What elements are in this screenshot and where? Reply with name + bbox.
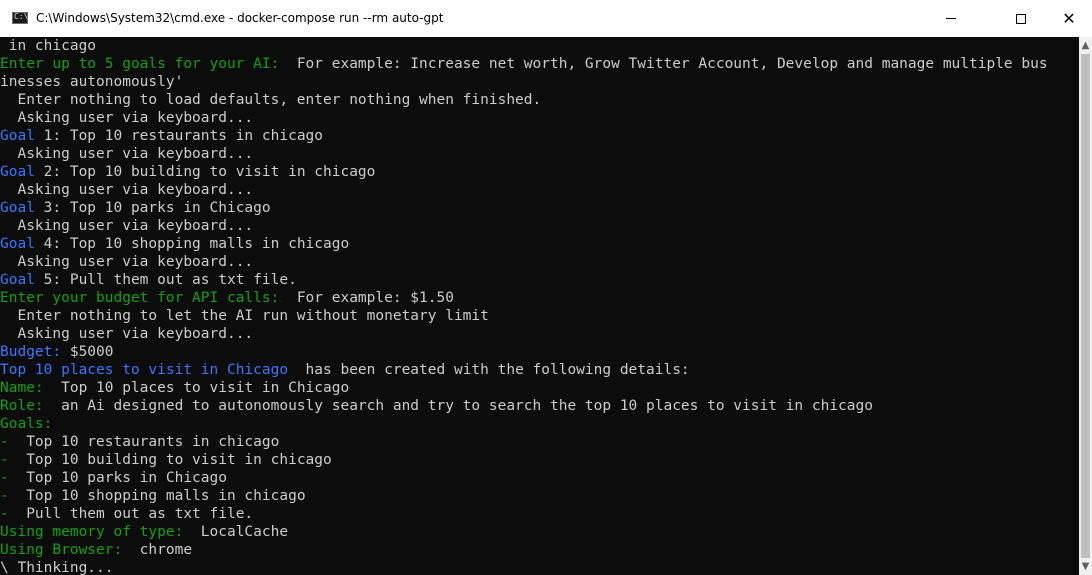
- console-line: Using memory of type: LocalCache: [0, 523, 1079, 541]
- console-text-segment: 3: Top 10 parks in Chicago: [34, 200, 271, 216]
- console-text-segment: inesses autonomously': [0, 74, 184, 90]
- scroll-down-arrow-icon[interactable]: ▼: [1079, 558, 1092, 575]
- console-line: Goal 2: Top 10 building to visit in chic…: [0, 163, 1079, 181]
- console-text-segment: Enter up to 5 goals for your AI:: [0, 56, 280, 72]
- maximize-button[interactable]: [998, 0, 1044, 37]
- console-text-segment: Top 10 building to visit in chicago: [8, 452, 332, 468]
- close-icon: ✕: [1062, 8, 1076, 28]
- console-line: - Pull them out as txt file.: [0, 505, 1079, 523]
- console-line: Goals:: [0, 415, 1079, 433]
- vertical-scrollbar[interactable]: ▲ ▼: [1079, 37, 1092, 575]
- console-text-segment: Top 10 parks in Chicago: [8, 470, 227, 486]
- console-line: Asking user via keyboard...: [0, 145, 1079, 163]
- console-text-segment: Goal: [0, 164, 35, 180]
- console-text-segment: Goal: [0, 236, 35, 252]
- console-text-segment: -: [0, 452, 9, 468]
- console-text-segment: 4: Top 10 shopping malls in chicago: [34, 236, 350, 252]
- console-text-segment: Goals:: [0, 416, 53, 432]
- console-line: Asking user via keyboard...: [0, 109, 1079, 127]
- console-line: inesses autonomously': [0, 73, 1079, 91]
- console-text-segment: -: [0, 434, 9, 450]
- console-line: Top 10 places to visit in Chicago has be…: [0, 361, 1079, 379]
- console-text-segment: Goal: [0, 200, 35, 216]
- console-line: Goal 4: Top 10 shopping malls in chicago: [0, 235, 1079, 253]
- console-text-segment: Asking user via keyboard...: [0, 326, 254, 342]
- console-text-segment: Budget:: [0, 344, 62, 360]
- console-text-segment: Goal: [0, 128, 35, 144]
- console-text-segment: Asking user via keyboard...: [0, 254, 254, 270]
- scrollbar-thumb[interactable]: [1081, 54, 1090, 558]
- console-window: C:\Windows\System32\cmd.exe - docker-com…: [0, 0, 1092, 575]
- console-line: Asking user via keyboard...: [0, 181, 1079, 199]
- console-line: Enter your budget for API calls: For exa…: [0, 289, 1079, 307]
- console-text-segment: in chicago: [0, 38, 97, 54]
- close-button[interactable]: ✕: [1046, 0, 1092, 37]
- console-line: Enter nothing to let the AI run without …: [0, 307, 1079, 325]
- title-bar[interactable]: C:\Windows\System32\cmd.exe - docker-com…: [0, 0, 1092, 37]
- console-text-segment: -: [0, 470, 9, 486]
- cmd-app-icon[interactable]: [12, 12, 28, 24]
- console-line: Name: Top 10 places to visit in Chicago: [0, 379, 1079, 397]
- console-text-segment: \ Thinking...: [0, 560, 114, 575]
- console-line: - Top 10 shopping malls in chicago: [0, 487, 1079, 505]
- console-text-segment: For example: $1.50: [279, 290, 454, 306]
- console-text-segment: $5000: [61, 344, 114, 360]
- console-text-segment: -: [0, 488, 9, 504]
- console-text-segment: Enter nothing to load defaults, enter no…: [0, 92, 542, 108]
- console-text-segment: Role:: [0, 398, 44, 414]
- minimize-button[interactable]: [946, 0, 992, 37]
- console-text-segment: Enter your budget for API calls:: [0, 290, 280, 306]
- console-text-segment: Name:: [0, 380, 44, 396]
- console-text-segment: Asking user via keyboard...: [0, 182, 254, 198]
- console-line: Role: an Ai designed to autonomously sea…: [0, 397, 1079, 415]
- console-line: Using Browser: chrome: [0, 541, 1079, 559]
- console-line: Enter up to 5 goals for your AI: For exa…: [0, 55, 1079, 73]
- console-text-segment: 5: Pull them out as txt file.: [34, 272, 297, 288]
- console-line: Asking user via keyboard...: [0, 253, 1079, 271]
- console-line: Enter nothing to load defaults, enter no…: [0, 91, 1079, 109]
- console-text-segment: 1: Top 10 restaurants in chicago: [34, 128, 324, 144]
- console-text-segment: Asking user via keyboard...: [0, 146, 254, 162]
- console-output[interactable]: in chicago Enter up to 5 goals for your A…: [0, 37, 1079, 575]
- maximize-icon: [1016, 13, 1026, 24]
- console-line: Budget: $5000: [0, 343, 1079, 361]
- console-line: Asking user via keyboard...: [0, 325, 1079, 343]
- console-line: Goal 3: Top 10 parks in Chicago: [0, 199, 1079, 217]
- console-text-segment: chrome: [122, 542, 193, 558]
- console-text-segment: LocalCache: [183, 524, 289, 540]
- console-line: Asking user via keyboard...: [0, 217, 1079, 235]
- console-line: - Top 10 restaurants in chicago: [0, 433, 1079, 451]
- console-text-segment: -: [0, 506, 9, 522]
- console-text-segment: Goal: [0, 272, 35, 288]
- console-line: \ Thinking...: [0, 559, 1079, 575]
- console-text-segment: Enter nothing to let the AI run without …: [0, 308, 489, 324]
- console-text-segment: Asking user via keyboard...: [0, 110, 254, 126]
- console-text-segment: Top 10 restaurants in chicago: [8, 434, 280, 450]
- console-text-segment: Using memory of type:: [0, 524, 184, 540]
- console-line: Goal 5: Pull them out as txt file.: [0, 271, 1079, 289]
- console-line: - Top 10 parks in Chicago: [0, 469, 1079, 487]
- console-text-segment: has been created with the following deta…: [288, 362, 690, 378]
- console-line: Goal 1: Top 10 restaurants in chicago: [0, 127, 1079, 145]
- console-text-segment: Asking user via keyboard...: [0, 218, 254, 234]
- console-text-segment: Top 10 places to visit in Chicago: [0, 362, 289, 378]
- scroll-up-arrow-icon[interactable]: ▲: [1079, 37, 1092, 54]
- console-text-segment: Using Browser:: [0, 542, 123, 558]
- console-text-segment: For example: Increase net worth, Grow Tw…: [279, 56, 1048, 72]
- minimize-icon: [946, 18, 956, 19]
- console-line: - Top 10 building to visit in chicago: [0, 451, 1079, 469]
- console-text-segment: Pull them out as txt file.: [8, 506, 254, 522]
- console-text-segment: an Ai designed to autonomously search an…: [43, 398, 873, 414]
- console-text-segment: 2: Top 10 building to visit in chicago: [34, 164, 376, 180]
- console-text-segment: Top 10 shopping malls in chicago: [8, 488, 306, 504]
- console-text-segment: Top 10 places to visit in Chicago: [43, 380, 350, 396]
- console-line: in chicago: [0, 37, 1079, 55]
- window-title: C:\Windows\System32\cmd.exe - docker-com…: [36, 11, 444, 25]
